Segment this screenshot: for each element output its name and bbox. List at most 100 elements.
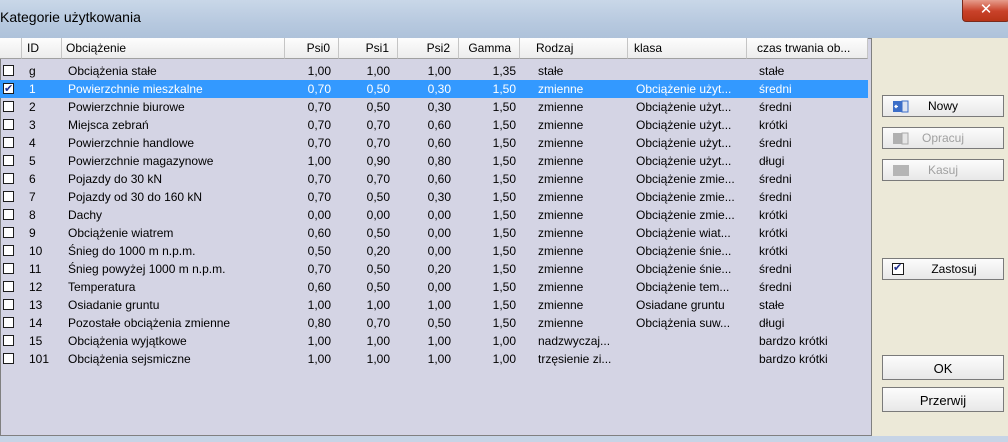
row-checkbox[interactable] (3, 299, 14, 310)
cell-rodzaj: zmienne (538, 262, 584, 276)
table-row[interactable]: 10 Śnieg do 1000 m n.p.m. 0,50 0,20 0,00 1,50… (0, 242, 868, 260)
table-row[interactable]: 7 Pojazdy od 30 do 160 kN 0,70 0,50 0,30 1,50… (0, 188, 868, 206)
cell-czas: krótki (759, 118, 788, 132)
close-button[interactable]: ✕ (962, 0, 1008, 22)
cell-psi2: 0,00 (427, 226, 451, 240)
cell-psi2: 0,00 (427, 208, 451, 222)
cell-psi2: 1,00 (427, 298, 451, 312)
cell-psi2: 0,50 (427, 316, 451, 330)
row-checkbox[interactable] (3, 209, 14, 220)
cell-czas: średni (759, 280, 792, 294)
cell-psi2: 1,00 (427, 352, 451, 366)
cell-rodzaj: zmienne (538, 208, 584, 222)
cell-psi1: 0,00 (366, 208, 390, 222)
column-header-gamma[interactable]: Gamma (459, 38, 520, 59)
cell-psi2: 0,00 (427, 280, 451, 294)
title-bar[interactable]: Kategorie użytkowania ✕ (0, 0, 1008, 38)
cell-klasa: Obciążenie zmie... (636, 190, 735, 204)
cell-psi0: 1,00 (307, 298, 331, 312)
row-checkbox[interactable] (3, 281, 14, 292)
table-row[interactable]: 11 Śnieg powyżej 1000 m n.p.m. 0,70 0,50 0,2… (0, 260, 868, 278)
row-checkbox[interactable] (3, 137, 14, 148)
column-header-id[interactable]: ID (22, 38, 62, 59)
cell-czas: długi (759, 316, 785, 330)
cell-klasa: Obciążenie użyt... (636, 100, 732, 114)
cell-psi1: 0,50 (366, 100, 390, 114)
cell-name: Dachy (68, 208, 103, 222)
cell-psi2: 0,30 (427, 82, 451, 96)
cell-id: 14 (29, 316, 43, 330)
row-checkbox[interactable] (3, 65, 14, 76)
column-header-rodzaj[interactable]: Rodzaj (520, 38, 628, 59)
row-checkbox[interactable] (3, 245, 14, 256)
table-row[interactable]: 9 Obciążenie wiatrem 0,60 0,50 0,00 1,50 zmien… (0, 224, 868, 242)
row-checkbox[interactable] (3, 119, 14, 130)
new-button[interactable]: Nowy (882, 95, 1004, 117)
cell-gamma: 1,50 (492, 154, 516, 168)
ok-button[interactable]: OK (882, 355, 1004, 380)
cell-psi0: 0,70 (307, 190, 331, 204)
cell-czas: średni (759, 82, 792, 96)
row-checkbox[interactable] (3, 335, 14, 346)
row-checkbox[interactable]: ✔ (3, 82, 14, 95)
cell-id: 4 (29, 136, 36, 150)
table-row[interactable]: g Obciążenia stałe 1,00 1,00 1,00 1,35 stałe st… (0, 62, 868, 80)
cell-name: Powierzchnie mieszkalne (68, 82, 203, 96)
table-row[interactable]: ✔ 1 Powierzchnie mieszkalne 0,70 0,50 0,30 1,5… (0, 80, 868, 98)
row-checkbox[interactable] (3, 353, 14, 364)
column-header-name[interactable]: Obciążenie (62, 38, 285, 59)
table-row[interactable]: 13 Osiadanie gruntu 1,00 1,00 1,00 1,50 zmienn… (0, 296, 868, 314)
table-row[interactable]: 6 Pojazdy do 30 kN 0,70 0,70 0,60 1,50 zmienne… (0, 170, 868, 188)
cell-czas: bardzo krótki (759, 334, 828, 348)
cell-gamma: 1,50 (492, 172, 516, 186)
edit-button[interactable]: Opracuj (882, 127, 1004, 149)
column-header-psi1[interactable]: Psi1 (339, 38, 398, 59)
table-row[interactable]: 2 Powierzchnie biurowe 0,70 0,50 0,30 1,50 zmi… (0, 98, 868, 116)
cell-name: Powierzchnie handlowe (68, 136, 195, 150)
cell-psi0: 0,70 (307, 82, 331, 96)
row-checkbox[interactable] (3, 227, 14, 238)
column-header-czas[interactable]: czas trwania ob... (747, 38, 868, 59)
ok-button-label: OK (933, 361, 953, 376)
table-row[interactable]: 5 Powierzchnie magazynowe 1,00 0,90 0,80 1,50… (0, 152, 868, 170)
cell-id: 5 (29, 154, 36, 168)
row-checkbox[interactable] (3, 155, 14, 166)
cell-id: 9 (29, 226, 36, 240)
table-row[interactable]: 3 Miejsca zebrań 0,70 0,70 0,60 1,50 zmienne Ob… (0, 116, 868, 134)
cell-gamma: 1,50 (492, 244, 516, 258)
cell-name: Miejsca zebrań (68, 118, 149, 132)
cell-id: 10 (29, 244, 43, 258)
apply-toggle[interactable]: ✔ Zastosuj (882, 258, 1004, 280)
table-row[interactable]: 15 Obciążenia wyjątkowe 1,00 1,00 1,00 1,00 na… (0, 332, 868, 350)
apply-label: Zastosuj (931, 262, 977, 276)
row-checkbox[interactable] (3, 191, 14, 202)
column-header-psi2[interactable]: Psi2 (398, 38, 459, 59)
cell-klasa: Osiadane gruntu (636, 298, 725, 312)
cell-psi0: 0,60 (307, 226, 331, 240)
table-row[interactable]: 12 Temperatura 0,60 0,50 0,00 1,50 zmienne Obci… (0, 278, 868, 296)
row-checkbox[interactable] (3, 173, 14, 184)
column-header-klasa[interactable]: klasa (628, 38, 747, 59)
cell-name: Temperatura (68, 280, 136, 294)
cell-czas: stałe (759, 64, 785, 78)
cell-psi2: 1,00 (427, 334, 451, 348)
cell-gamma: 1,50 (492, 118, 516, 132)
window-title: Kategorie użytkowania (0, 9, 141, 25)
cell-name: Pozostałe obciążenia zmienne (68, 316, 231, 330)
cancel-button[interactable]: Przerwij (882, 387, 1004, 412)
cell-psi0: 0,50 (307, 244, 331, 258)
row-checkbox[interactable] (3, 317, 14, 328)
table-row[interactable]: 14 Pozostałe obciążenia zmienne 0,80 0,70 0,… (0, 314, 868, 332)
cell-rodzaj: zmienne (538, 118, 584, 132)
row-checkbox[interactable] (3, 101, 14, 112)
table-row[interactable]: 4 Powierzchnie handlowe 0,70 0,70 0,60 1,50 zm… (0, 134, 868, 152)
table-row[interactable]: 8 Dachy 0,00 0,00 0,00 1,50 zmienne Obciążenie … (0, 206, 868, 224)
cell-czas: krótki (759, 226, 788, 240)
column-header-psi0[interactable]: Psi0 (285, 38, 339, 59)
row-checkbox[interactable] (3, 263, 14, 274)
cell-psi1: 0,50 (366, 190, 390, 204)
cell-czas: długi (759, 154, 785, 168)
delete-button[interactable]: Kasuj (882, 159, 1004, 181)
cell-klasa (628, 350, 747, 368)
table-row[interactable]: 101 Obciążenia sejsmiczne 1,00 1,00 1,00 1,00… (0, 350, 868, 368)
